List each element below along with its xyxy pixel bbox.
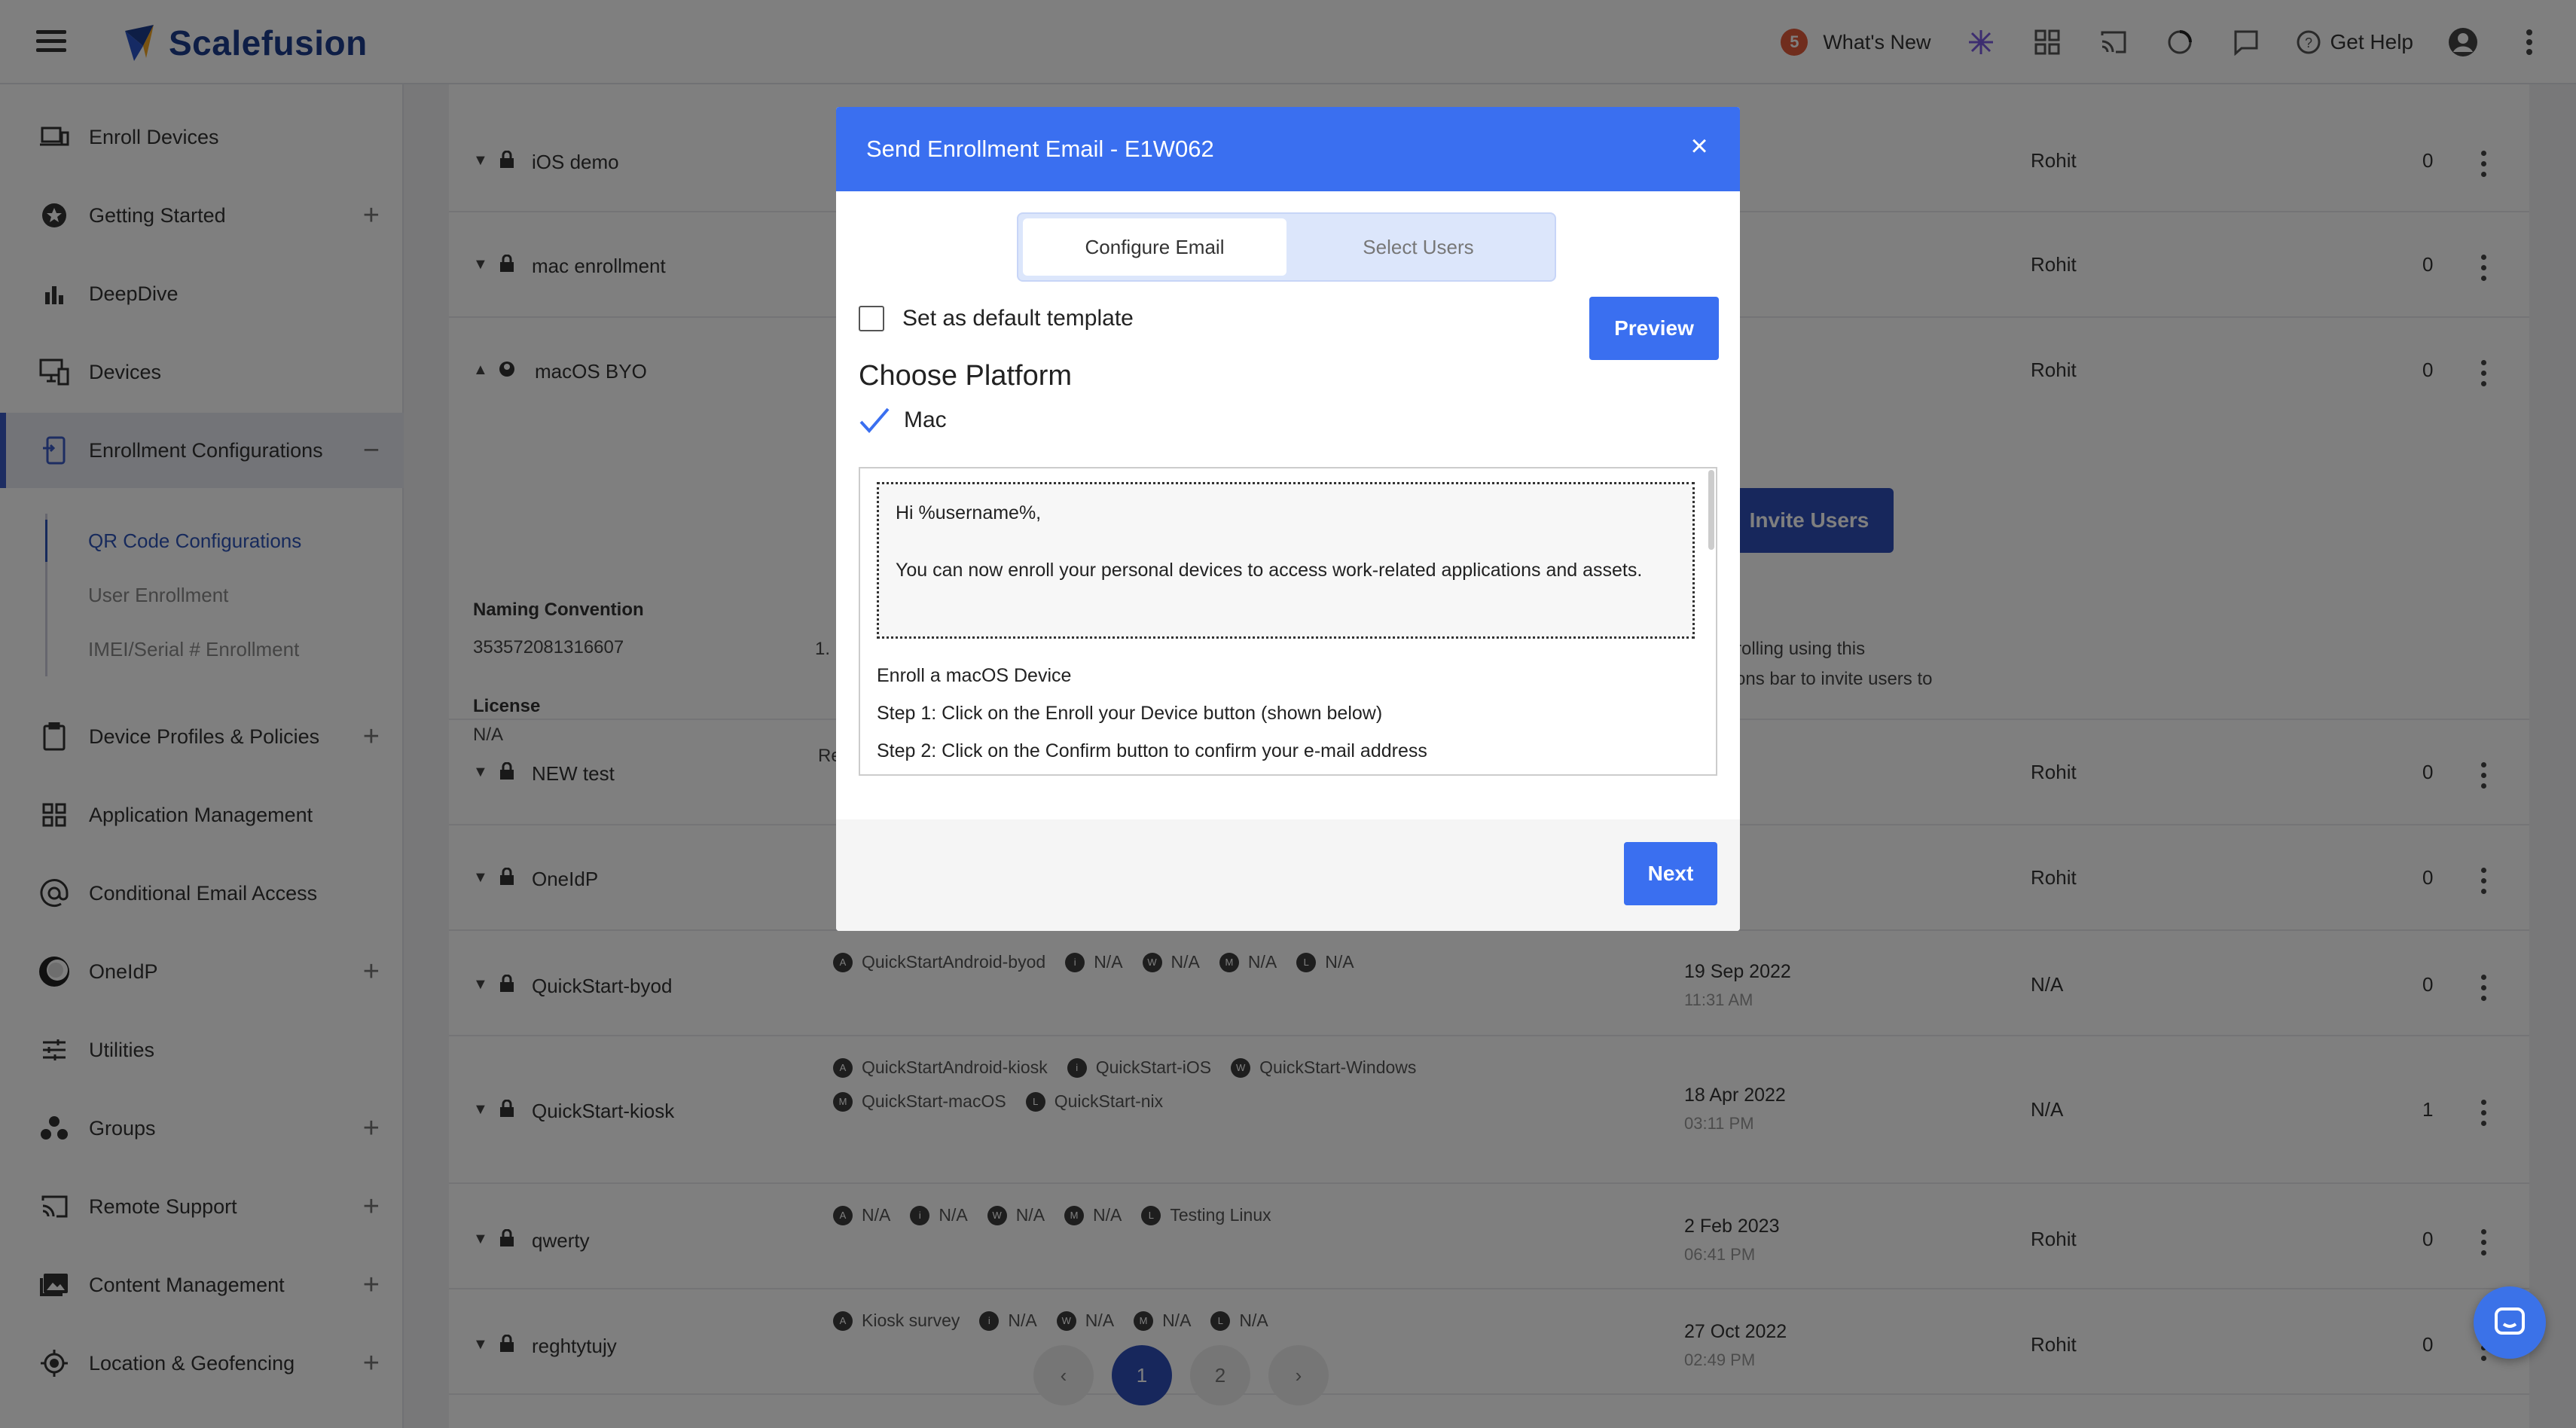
dialog-tabs: Configure Email Select Users [1017,212,1556,282]
email-heading: Enroll a macOS Device [877,665,1072,686]
chat-bubble-icon [2495,1307,2525,1335]
email-step-1: Step 1: Click on the Enroll your Device … [877,703,1383,724]
default-template-checkbox[interactable] [859,306,884,331]
platform-label: Mac [904,407,947,432]
editor-scrollbar[interactable] [1708,470,1714,550]
tab-select-users[interactable]: Select Users [1286,218,1550,276]
greeting-text: Hi %username%, [896,502,1042,523]
preview-button[interactable]: Preview [1589,297,1719,360]
dialog-title: Send Enrollment Email - E1W062 [866,136,1214,162]
choose-platform-heading: Choose Platform [859,360,1073,392]
email-step-2: Step 2: Click on the Confirm button to c… [877,740,1427,761]
send-enrollment-email-dialog: Send Enrollment Email - E1W062 × Configu… [836,107,1740,931]
dialog-header: Send Enrollment Email - E1W062 [836,107,1740,191]
email-body[interactable]: Enroll a macOS Device Step 1: Click on t… [877,657,1690,770]
tab-configure-email[interactable]: Configure Email [1023,218,1286,276]
next-button[interactable]: Next [1624,842,1717,905]
greeting-block[interactable]: Hi %username%, You can now enroll your p… [877,482,1695,639]
default-template-row: Set as default template [859,306,1134,331]
default-template-label: Set as default template [902,306,1134,331]
chat-support-button[interactable] [2474,1286,2546,1359]
intro-text: You can now enroll your personal devices… [896,560,1643,581]
checkmark-icon [859,407,890,434]
platform-option-mac[interactable]: Mac [859,407,947,434]
dialog-footer: Next [836,819,1740,931]
close-icon[interactable]: × [1684,131,1714,161]
email-template-editor[interactable]: Hi %username%, You can now enroll your p… [859,467,1717,776]
